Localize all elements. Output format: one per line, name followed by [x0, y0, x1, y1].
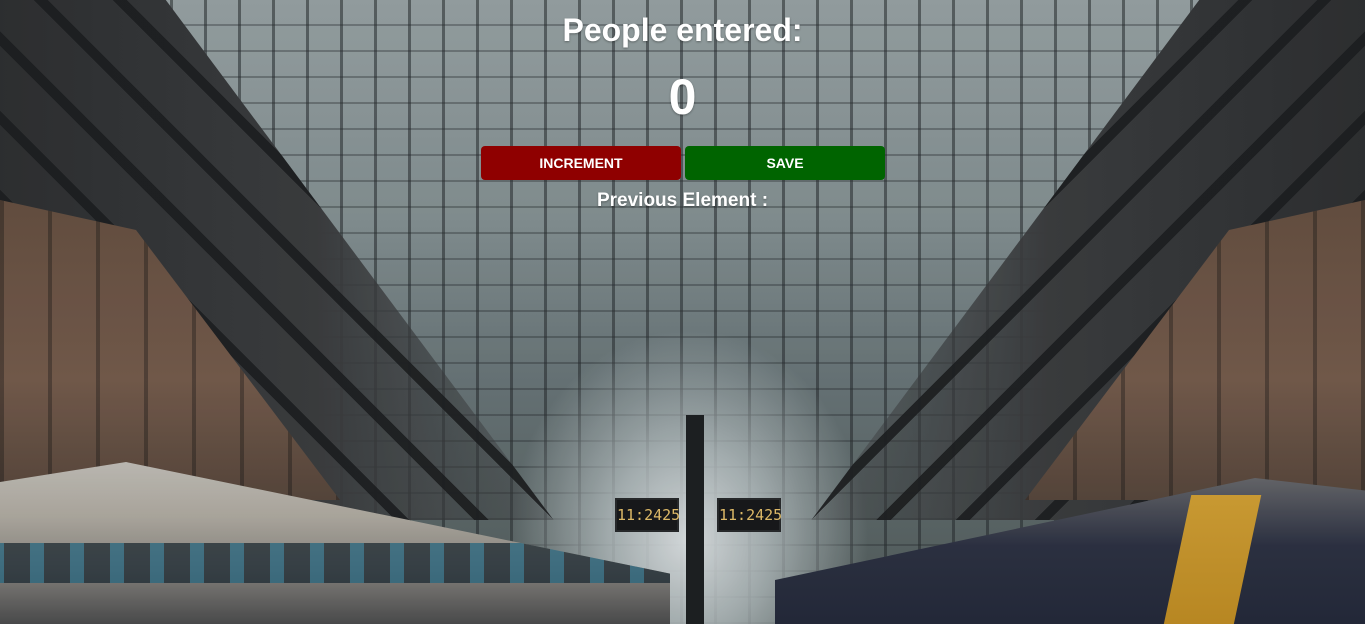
save-button[interactable]: SAVE [685, 146, 885, 180]
people-entered-heading: People entered: [562, 12, 803, 48]
people-count-value: 0 [668, 69, 697, 125]
previous-element-label: Previous Element : [0, 188, 1365, 214]
increment-button[interactable]: INCREMENT [481, 146, 681, 180]
previous-element-text: Previous Element : [596, 190, 769, 211]
